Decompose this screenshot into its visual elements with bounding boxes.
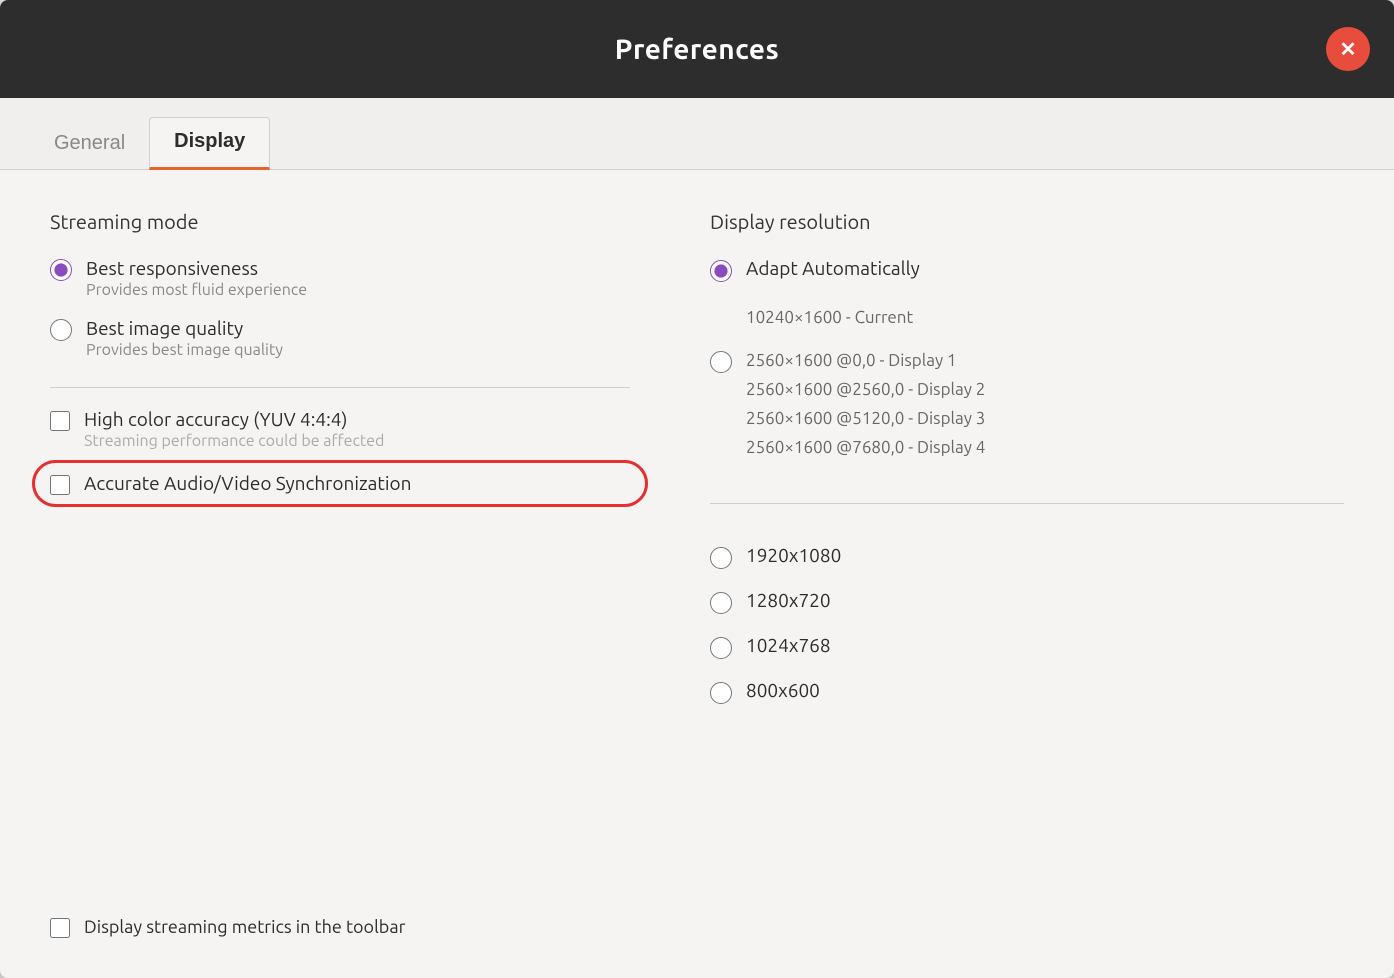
streaming-mode-radio-group: Best responsiveness Provides most fluid … bbox=[50, 257, 630, 359]
titlebar: Preferences ✕ bbox=[0, 0, 1394, 98]
high-color-accuracy-checkbox[interactable] bbox=[50, 411, 70, 431]
resolution-1280x720-radio[interactable] bbox=[710, 592, 732, 614]
toolbar-metrics-item[interactable]: Display streaming metrics in the toolbar bbox=[50, 915, 1344, 938]
multi-display-radio[interactable] bbox=[710, 351, 732, 373]
high-color-accuracy-label: High color accuracy (YUV 4:4:4) bbox=[84, 408, 384, 430]
resolution-1024x768-radio[interactable] bbox=[710, 637, 732, 659]
adapt-automatically-radio[interactable] bbox=[710, 260, 732, 282]
resolution-1920x1080[interactable]: 1920x1080 bbox=[710, 544, 1344, 569]
preferences-window: Preferences ✕ General Display Streaming … bbox=[0, 0, 1394, 978]
best-image-quality-label: Best image quality bbox=[86, 317, 283, 339]
resolution-800x600-radio[interactable] bbox=[710, 682, 732, 704]
resolution-radio-group: Adapt Automatically 10240×1600 - Current… bbox=[710, 257, 1344, 704]
streaming-mode-best-image-quality[interactable]: Best image quality Provides best image q… bbox=[50, 317, 630, 359]
resolution-divider bbox=[710, 503, 1344, 504]
resolution-1920x1080-label: 1920x1080 bbox=[746, 544, 841, 566]
close-button[interactable]: ✕ bbox=[1326, 27, 1370, 71]
two-columns: Streaming mode Best responsiveness Provi… bbox=[50, 210, 1344, 854]
streaming-mode-best-responsiveness-radio[interactable] bbox=[50, 259, 72, 281]
left-column: Streaming mode Best responsiveness Provi… bbox=[50, 210, 630, 854]
streaming-mode-title: Streaming mode bbox=[50, 210, 630, 233]
resolution-1280x720[interactable]: 1280x720 bbox=[710, 589, 1344, 614]
streaming-mode-best-responsiveness[interactable]: Best responsiveness Provides most fluid … bbox=[50, 257, 630, 299]
right-column: Display resolution Adapt Automatically 1… bbox=[710, 210, 1344, 854]
adapt-automatically-item[interactable]: Adapt Automatically bbox=[710, 257, 1344, 282]
tabs-bar: General Display bbox=[0, 98, 1394, 170]
checkbox-group: High color accuracy (YUV 4:4:4) Streamin… bbox=[50, 408, 630, 495]
multi-display-label: 2560×1600 @0,0 - Display 1 2560×1600 @25… bbox=[746, 347, 985, 463]
current-resolution: 10240×1600 - Current bbox=[710, 308, 1344, 327]
best-image-quality-sublabel: Provides best image quality bbox=[86, 341, 283, 359]
toolbar-metrics-checkbox[interactable] bbox=[50, 918, 70, 938]
best-responsiveness-label: Best responsiveness bbox=[86, 257, 307, 279]
tab-general[interactable]: General bbox=[30, 120, 149, 169]
resolution-1024x768-label: 1024x768 bbox=[746, 634, 831, 656]
resolution-1280x720-label: 1280x720 bbox=[746, 589, 831, 611]
close-icon: ✕ bbox=[1340, 37, 1357, 62]
streaming-mode-best-image-quality-radio[interactable] bbox=[50, 319, 72, 341]
resolution-1024x768[interactable]: 1024x768 bbox=[710, 634, 1344, 659]
adapt-automatically-label: Adapt Automatically bbox=[746, 257, 920, 279]
multi-display-item[interactable]: 2560×1600 @0,0 - Display 1 2560×1600 @25… bbox=[710, 347, 1344, 463]
high-color-accuracy-item[interactable]: High color accuracy (YUV 4:4:4) Streamin… bbox=[50, 408, 630, 450]
divider bbox=[50, 387, 630, 388]
resolution-800x600[interactable]: 800x600 bbox=[710, 679, 1344, 704]
bottom-section: Display streaming metrics in the toolbar bbox=[50, 894, 1344, 938]
best-responsiveness-sublabel: Provides most fluid experience bbox=[86, 281, 307, 299]
resolution-800x600-label: 800x600 bbox=[746, 679, 820, 701]
tab-display[interactable]: Display bbox=[149, 117, 270, 170]
toolbar-metrics-label: Display streaming metrics in the toolbar bbox=[84, 917, 405, 937]
high-color-accuracy-sublabel: Streaming performance could be affected bbox=[84, 432, 384, 450]
audio-video-sync-label: Accurate Audio/Video Synchronization bbox=[84, 472, 411, 494]
audio-video-sync-checkbox[interactable] bbox=[50, 475, 70, 495]
resolution-1920x1080-radio[interactable] bbox=[710, 547, 732, 569]
window-title: Preferences bbox=[615, 34, 779, 65]
audio-video-sync-item[interactable]: Accurate Audio/Video Synchronization bbox=[50, 472, 630, 495]
display-resolution-title: Display resolution bbox=[710, 210, 1344, 233]
content-area: Streaming mode Best responsiveness Provi… bbox=[0, 170, 1394, 978]
